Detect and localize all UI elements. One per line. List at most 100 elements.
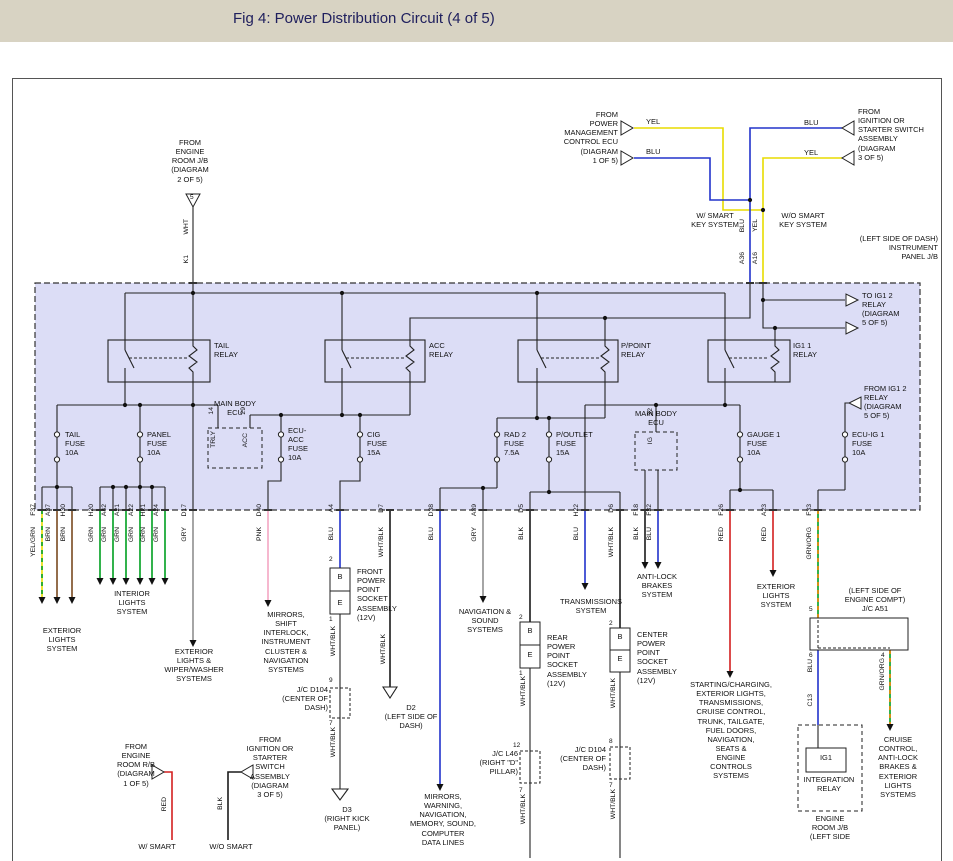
pin-id: F18 [634, 504, 641, 516]
fuse-label-poutlet: P/OUTLET FUSE 15A [556, 430, 606, 457]
pin-id: A24 [154, 504, 161, 516]
pin-label-a36: A36 [740, 252, 747, 264]
integration-relay-label: INTEGRATION RELAY [798, 775, 860, 793]
rear-pin-7: 7 [519, 787, 523, 794]
dest-exterior-lights-right: EXTERIOR LIGHTS SYSTEM [748, 582, 804, 609]
ground-d3 [332, 789, 348, 800]
triangle-pm-blu [621, 151, 633, 165]
rear-conn-e: E [523, 650, 537, 659]
pin-color: BRN [46, 527, 53, 541]
pin-id: A39 [472, 504, 479, 516]
pin-id: F32 [647, 504, 654, 516]
pin-id: A37 [46, 504, 53, 516]
ig1-box-label: IG1 [806, 753, 846, 762]
front-conn-e: E [333, 598, 347, 607]
ecu1-pin-29: 29 [241, 407, 248, 415]
pin-id: D7 [379, 504, 386, 513]
pin-id: H22 [574, 504, 581, 516]
front-wire-whtblk-2: WHT/BLK [331, 727, 338, 757]
pin-color: BLU [574, 527, 581, 540]
ecu1-pin-14: 14 [209, 407, 216, 415]
center-socket-label: CENTER POWER POINT SOCKET ASSEMBLY (12V) [637, 630, 693, 685]
acc-relay-label: ACC RELAY [429, 341, 473, 359]
wire-label-blk-bottom: BLK [218, 797, 225, 810]
fuse-label-ecu-ig1: ECU-IG 1 FUSE 10A [852, 430, 898, 457]
ground-d2-label: D2 (LEFT SIDE OF DASH) [380, 703, 442, 730]
center-pin-7: 7 [609, 782, 613, 789]
wiring-diagram-page: Fig 4: Power Distribution Circuit (4 of … [0, 0, 953, 861]
ecu1-acc-label: ACC [243, 433, 250, 447]
pin-color: WHT/BLK [379, 527, 386, 557]
pin-color: GRN [154, 527, 161, 542]
triangle-ign-yel [842, 151, 854, 165]
ig11-relay-label: IG1 1 RELAY [793, 341, 835, 359]
wire-label-blu-vert: BLU [740, 219, 747, 232]
pin-id: A22 [129, 504, 136, 516]
rear-pin-12: 12 [513, 742, 520, 749]
ppoint-relay-label: P/POINT RELAY [621, 341, 671, 359]
rear-wire-whtblk-1: WHT/BLK [521, 676, 528, 706]
title-bar: Fig 4: Power Distribution Circuit (4 of … [0, 0, 953, 42]
pin-color: BLK [519, 527, 526, 540]
front-pin-7: 7 [329, 720, 333, 727]
pin-color: YEL/GRN [31, 527, 38, 557]
blu-wire-left [634, 158, 750, 200]
dest-interior-lights: INTERIOR LIGHTS SYSTEM [105, 589, 159, 616]
ecu2-pin-32: 32 [648, 408, 655, 416]
jc-a51-box [810, 618, 908, 650]
dest-exterior-lights-left: EXTERIOR LIGHTS SYSTEM [36, 626, 88, 653]
pin-color: RED [719, 527, 726, 541]
pin-id: A23 [762, 504, 769, 516]
center-pin-8: 8 [609, 738, 613, 745]
rear-wire-whtblk-2: WHT/BLK [521, 794, 528, 824]
fuse-label-cig: CIG FUSE 15A [367, 430, 403, 457]
pin-id: D6 [609, 504, 616, 513]
pin-color: BLK [634, 527, 641, 540]
fuse-label-gauge1: GAUGE 1 FUSE 10A [747, 430, 793, 457]
a51-wire-blu: BLU [808, 659, 815, 672]
src-engine-room-jb: FROM ENGINE ROOM J/B (DIAGRAM 2 OF 5) [158, 138, 222, 184]
dest-starting-charging: STARTING/CHARGING, EXTERIOR LIGHTS, TRAN… [684, 680, 778, 781]
a51-pin-5: 5 [809, 606, 813, 613]
center-conn-e: E [613, 654, 627, 663]
d7-wire-whtblk: WHT/BLK [381, 634, 388, 664]
jc-a51-label: (LEFT SIDE OF ENGINE COMPT) J/C A51 [836, 586, 914, 613]
front-wire-whtblk-1: WHT/BLK [331, 626, 338, 656]
center-wire-whtblk-2: WHT/BLK [611, 789, 618, 819]
front-conn-b: B [333, 572, 347, 581]
pin-id: D40 [257, 504, 264, 516]
triangle-5-number: 5 [190, 194, 198, 201]
pin-color: GRN [115, 527, 122, 542]
ecu2-ig-label: IG [648, 437, 655, 444]
pin-id: D5 [519, 504, 526, 513]
pin-color: GRN [89, 527, 96, 542]
pin-label-a16: A16 [753, 252, 760, 264]
front-socket-label: FRONT POWER POINT SOCKET ASSEMBLY (12V) [357, 567, 413, 622]
pin-id: H30 [61, 504, 68, 516]
center-wire-whtblk-1: WHT/BLK [611, 678, 618, 708]
src-engine-room-rb: FROM ENGINE ROOM R/B (DIAGRAM 1 OF 5) [106, 742, 166, 788]
wire-label-blu-right: BLU [804, 118, 828, 127]
engine-room-jb-bottom-label: ENGINE ROOM J/B (LEFT SIDE [798, 814, 862, 841]
pin-label-k1: K1 [184, 255, 191, 263]
wire-label-yel-vert: YEL [753, 219, 760, 232]
fuse-label-rad2: RAD 2 FUSE 7.5A [504, 430, 548, 457]
pin-color: BLU [329, 527, 336, 540]
src-ignition-top: FROM IGNITION OR STARTER SWITCH ASSEMBLY… [858, 107, 948, 162]
pin-color: GRN [102, 527, 109, 542]
fuse-label-panel: PANEL FUSE 10A [147, 430, 191, 457]
main-body-ecu-title-2: MAIN BODY ECU [631, 409, 681, 427]
jc-l46-label: J/C L46 (RIGHT "D" PILLAR) [470, 749, 518, 776]
rear-pin-2: 2 [519, 614, 523, 621]
wo-smart-bottom-label: W/O SMART [202, 842, 260, 851]
jc-d104-label-b: J/C D104 (CENTER OF DASH) [556, 745, 606, 772]
pin-id: D38 [429, 504, 436, 516]
src-power-mgmt-ecu: FROM POWER MANAGEMENT CONTROL ECU (DIAGR… [524, 110, 618, 165]
pin-id: H21 [141, 504, 148, 516]
wire-label-red-bottom: RED [162, 797, 169, 811]
dest-anti-lock-brakes: ANTI-LOCK BRAKES SYSTEM [628, 572, 686, 599]
pin-color: BLU [429, 527, 436, 540]
center-conn-b: B [613, 632, 627, 641]
rear-socket-label: REAR POWER POINT SOCKET ASSEMBLY (12V) [547, 633, 603, 688]
pin-id: A21 [115, 504, 122, 516]
